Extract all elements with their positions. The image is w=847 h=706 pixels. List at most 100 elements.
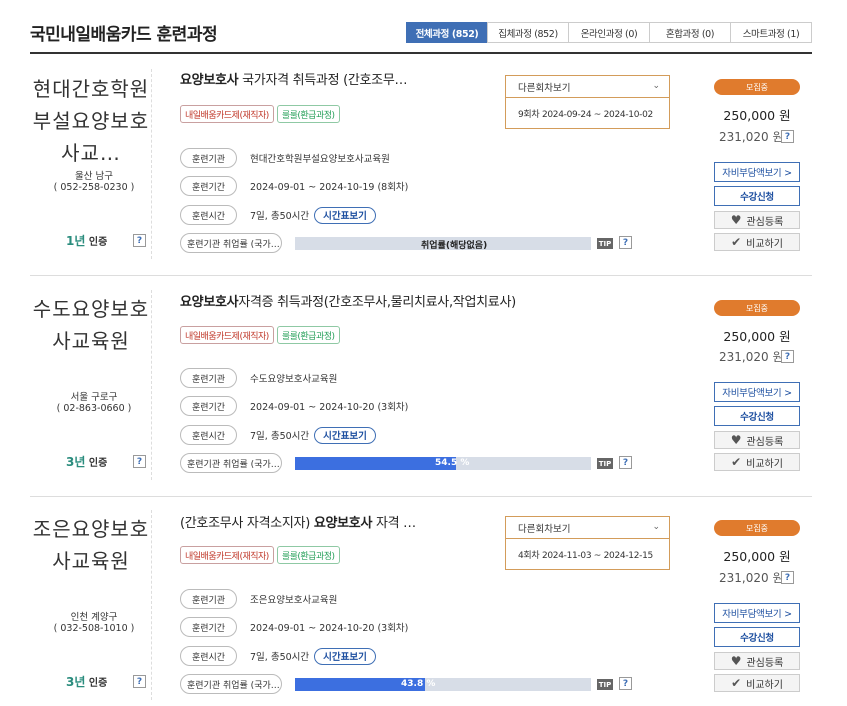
phone-text: ( 032-508-1010 ) (53, 623, 135, 634)
course-title-rest: 자격 … (372, 516, 416, 531)
institution-region: 인천 계양구 ( 032-508-1010 ) (30, 612, 158, 634)
institution-name[interactable]: 현대간호학원부설요양보호사교… (30, 73, 152, 169)
self-pay-button[interactable]: 자비부담액보기 > (714, 603, 800, 623)
course-badges: 내일배움카드제(재직자) 룰룰(환급과정) (180, 105, 343, 123)
tip-icon[interactable]: TIP (597, 238, 613, 249)
price-help-icon[interactable]: ? (781, 130, 794, 143)
rating-suffix: 인증 (88, 678, 108, 689)
region-text: 울산 남구 (75, 171, 113, 182)
course-row: 조은요양보호사교육원 인천 계양구 ( 032-508-1010 ) 3년 인증… (30, 496, 812, 706)
timetable-button[interactable]: 시간표보기 (314, 647, 376, 665)
rating-help-icon[interactable]: ? (133, 675, 146, 688)
rating-help-icon[interactable]: ? (133, 455, 146, 468)
employment-help-icon[interactable]: ? (619, 236, 632, 249)
info-time: 훈련시간 7일, 총50시간 시간표보기 (180, 205, 376, 225)
info-period: 훈련기간 2024-09-01 ~ 2024-10-20 (3회차) (180, 617, 408, 637)
chevron-down-icon: ⌄ (652, 81, 660, 91)
course-title[interactable]: (간호조무사 자격소지자) 요양보호사 자격 … (180, 512, 416, 531)
employment-text: 54.5 % (435, 458, 470, 468)
tab-offline[interactable]: 집체과정 (852) (487, 22, 569, 43)
employment-text: 취업률(해당없음) (421, 241, 488, 251)
course-title-pre: (간호조무사 자격소지자) (180, 516, 314, 531)
info-period: 훈련기간 2024-09-01 ~ 2024-10-20 (3회차) (180, 396, 408, 416)
rating-years: 3년 (66, 455, 86, 469)
price-help-icon[interactable]: ? (781, 350, 794, 363)
employment-help-icon[interactable]: ? (619, 456, 632, 469)
period-value: 2024-09-01 ~ 2024-10-19 (8회차) (250, 182, 409, 193)
apply-button[interactable]: 수강신청 (714, 627, 800, 647)
course-type-tabs: 전체과정 (852) 집체과정 (852) 온라인과정 (0) 혼합과정 (0)… (406, 22, 812, 43)
time-value: 7일, 총50시간 (250, 652, 310, 663)
self-pay-button[interactable]: 자비부담액보기 > (714, 382, 800, 402)
institution-value: 조은요양보호사교육원 (250, 595, 338, 606)
page-header: 국민내일배움카드 훈련과정 전체과정 (852) 집체과정 (852) 온라인과… (30, 0, 812, 54)
compare-button[interactable]: ✔ 비교하기 (714, 233, 800, 251)
course-row: 수도요양보호사교육원 서울 구로구 ( 02-863-0660 ) 3년 인증 … (30, 276, 812, 497)
compare-button[interactable]: ✔ 비교하기 (714, 674, 800, 692)
time-label: 훈련시간 (180, 205, 237, 225)
tab-smart[interactable]: 스마트과정 (1) (730, 22, 812, 43)
employment-bar-fill (295, 457, 457, 470)
info-time: 훈련시간 7일, 총50시간 시간표보기 (180, 425, 376, 445)
institution-region: 울산 남구 ( 052-258-0230 ) (30, 171, 158, 193)
wishlist-button[interactable]: ♥ 관심등록 (714, 211, 800, 229)
employment-label: 훈련기관 취업률 (국가… (180, 453, 282, 473)
course-title[interactable]: 요양보호사자격증 취득과정(간호조무사,물리치료사,작업치료사) (180, 291, 516, 310)
employment-bar: 54.5 % (295, 457, 591, 470)
employment-help-icon[interactable]: ? (619, 677, 632, 690)
other-round-option[interactable]: 4회차 2024-11-03 ~ 2024-12-15 (506, 539, 669, 570)
apply-button[interactable]: 수강신청 (714, 186, 800, 206)
compare-label: 비교하기 (746, 458, 783, 470)
self-pay-button[interactable]: 자비부담액보기 > (714, 162, 800, 182)
price-help-icon[interactable]: ? (781, 571, 794, 584)
region-text: 서울 구로구 (70, 392, 118, 403)
wishlist-button[interactable]: ♥ 관심등록 (714, 652, 800, 670)
period-label: 훈련기간 (180, 617, 237, 637)
wishlist-button[interactable]: ♥ 관심등록 (714, 431, 800, 449)
other-rounds-dropdown[interactable]: 다른회차보기 ⌄ 9회차 2024-09-24 ~ 2024-10-02 (505, 75, 670, 129)
apply-button[interactable]: 수강신청 (714, 406, 800, 426)
rating-help-icon[interactable]: ? (133, 234, 146, 247)
info-institution: 훈련기관 현대간호학원부설요양보호사교육원 (180, 148, 390, 168)
timetable-button[interactable]: 시간표보기 (314, 206, 376, 224)
employment-label: 훈련기관 취업률 (국가… (180, 233, 282, 253)
rating-badge: 3년 인증 (66, 453, 107, 470)
institution-name[interactable]: 수도요양보호사교육원 (30, 293, 152, 357)
course-row: 현대간호학원부설요양보호사교… 울산 남구 ( 052-258-0230 ) 1… (30, 55, 812, 276)
info-institution: 훈련기관 조은요양보호사교육원 (180, 589, 337, 609)
institution-name[interactable]: 조은요양보호사교육원 (30, 513, 152, 577)
status-badge: 모집중 (714, 79, 800, 95)
card-badge: 내일배움카드제(재직자) (180, 105, 274, 123)
column-divider (151, 290, 152, 480)
info-time: 훈련시간 7일, 총50시간 시간표보기 (180, 646, 376, 666)
institution-value: 현대간호학원부설요양보호사교육원 (250, 154, 390, 165)
heart-icon: ♥ (730, 213, 742, 227)
check-icon: ✔ (731, 455, 742, 469)
course-title[interactable]: 요양보호사 국가자격 취득과정 (간호조무… (180, 69, 408, 88)
compare-button[interactable]: ✔ 비교하기 (714, 453, 800, 471)
timetable-button[interactable]: 시간표보기 (314, 426, 376, 444)
tab-online[interactable]: 온라인과정 (0) (568, 22, 650, 43)
other-rounds-header[interactable]: 다른회차보기 ⌄ (506, 76, 669, 98)
chevron-down-icon: ⌄ (652, 522, 660, 532)
info-employment: 훈련기관 취업률 (국가… (180, 233, 282, 253)
other-round-option[interactable]: 9회차 2024-09-24 ~ 2024-10-02 (506, 98, 669, 129)
phone-text: ( 02-863-0660 ) (56, 403, 132, 414)
institution-label: 훈련기관 (180, 148, 237, 168)
info-period: 훈련기간 2024-09-01 ~ 2024-10-19 (8회차) (180, 176, 408, 196)
other-rounds-dropdown[interactable]: 다른회차보기 ⌄ 4회차 2024-11-03 ~ 2024-12-15 (505, 516, 670, 570)
tab-blended[interactable]: 혼합과정 (0) (649, 22, 731, 43)
course-title-rest: 국가자격 취득과정 (간호조무… (238, 73, 408, 88)
tip-icon[interactable]: TIP (597, 458, 613, 469)
page-title: 국민내일배움카드 훈련과정 (30, 25, 218, 45)
course-badges: 내일배움카드제(재직자) 룰룰(환급과정) (180, 326, 343, 344)
period-label: 훈련기간 (180, 396, 237, 416)
institution-region: 서울 구로구 ( 02-863-0660 ) (30, 392, 158, 414)
rating-suffix: 인증 (88, 458, 108, 469)
tip-icon[interactable]: TIP (597, 679, 613, 690)
tab-all[interactable]: 전체과정 (852) (406, 22, 488, 43)
other-rounds-header[interactable]: 다른회차보기 ⌄ (506, 517, 669, 539)
course-title-rest: 자격증 취득과정(간호조무사,물리치료사,작업치료사) (238, 295, 516, 310)
time-label: 훈련시간 (180, 425, 237, 445)
price-sub: 231,020 원 (719, 350, 784, 364)
